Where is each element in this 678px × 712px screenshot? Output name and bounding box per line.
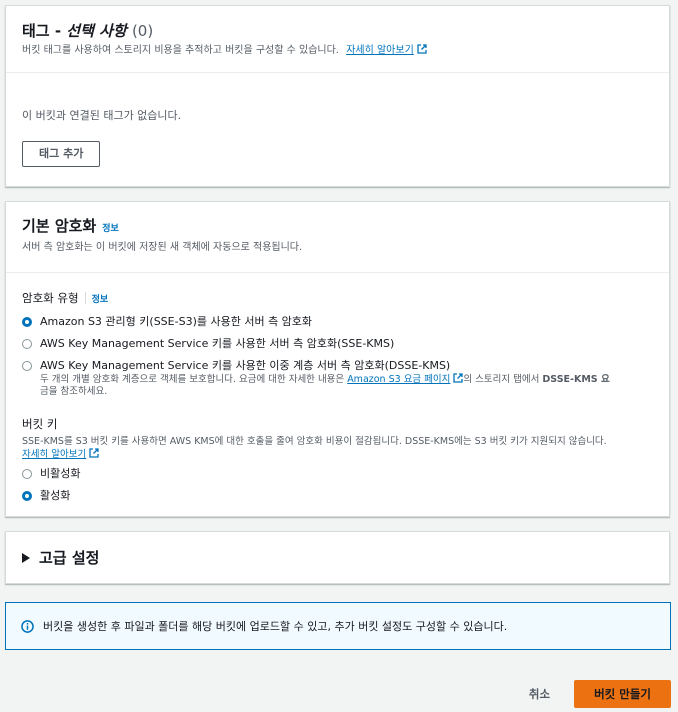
- tags-description-text: 버킷 태그를 사용하여 스토리지 비용을 추적하고 버킷을 구성할 수 있습니다…: [22, 45, 339, 56]
- add-tag-button[interactable]: 태그 추가: [22, 141, 101, 167]
- encryption-type-label-text: 암호화 유형: [22, 291, 79, 305]
- s3-pricing-link[interactable]: Amazon S3 요금 페이지: [347, 374, 450, 385]
- dsse-desc-bold: DSSE-KMS 요: [542, 374, 610, 385]
- bucket-key-option-enable[interactable]: 활성화: [22, 489, 653, 503]
- advanced-settings-panel[interactable]: 고급 설정: [5, 531, 670, 584]
- divider: [84, 292, 86, 304]
- encryption-option-sse-kms[interactable]: AWS Key Management Service 키를 사용한 서버 측 암…: [22, 337, 653, 351]
- encryption-option-label: Amazon S3 관리형 키(SSE-S3)를 사용한 서버 측 암호화: [40, 315, 313, 328]
- bucket-key-option-label: 비활성화: [40, 467, 81, 480]
- bucket-key-label: 버킷 키: [22, 417, 58, 431]
- encryption-title: 기본 암호화 정보: [22, 216, 653, 239]
- tags-header: 태그 - 선택 사항 (0) 버킷 태그를 사용하여 스토리지 비용을 추적하고…: [6, 6, 669, 58]
- bucket-key-description: SSE-KMS를 S3 버킷 키를 사용하면 AWS KMS에 대한 호출을 줄…: [22, 436, 653, 461]
- encryption-info-link[interactable]: 정보: [102, 224, 119, 234]
- encryption-body: 암호화 유형 정보 Amazon S3 관리형 키(SSE-S3)를 사용한 서버…: [6, 273, 669, 503]
- advanced-settings-title[interactable]: 고급 설정: [39, 548, 99, 568]
- encryption-title-text: 기본 암호화: [22, 217, 97, 235]
- tags-learn-more-link[interactable]: 자세히 알아보기: [346, 45, 414, 56]
- advanced-settings-header[interactable]: 고급 설정: [6, 532, 669, 568]
- dsse-option-content: AWS Key Management Service 키를 사용한 이중 계층 …: [40, 359, 610, 398]
- encryption-type-info-link[interactable]: 정보: [92, 295, 109, 305]
- radio-unchecked-icon[interactable]: [22, 469, 32, 479]
- external-link-icon[interactable]: [89, 448, 99, 458]
- dsse-desc-text: 금을 참조하세요.: [40, 386, 108, 397]
- encryption-panel: 기본 암호화 정보 서버 측 암호화는 이 버킷에 저장된 새 객체에 자동으로 …: [5, 201, 670, 517]
- footer-actions: 취소 버킷 만들기: [529, 680, 671, 708]
- tags-title-optional: 선택 사항: [66, 22, 127, 40]
- tags-panel: 태그 - 선택 사항 (0) 버킷 태그를 사용하여 스토리지 비용을 추적하고…: [5, 5, 670, 187]
- encryption-option-sse-s3[interactable]: Amazon S3 관리형 키(SSE-S3)를 사용한 서버 측 암호화: [22, 315, 653, 329]
- encryption-option-dsse-kms[interactable]: AWS Key Management Service 키를 사용한 이중 계층 …: [22, 359, 653, 398]
- tags-empty-message: 이 버킷과 연결된 태그가 없습니다.: [22, 109, 182, 122]
- info-icon: [21, 619, 34, 633]
- cancel-button[interactable]: 취소: [529, 686, 550, 702]
- dsse-description: 두 개의 개별 암호화 계층으로 객체를 보호합니다. 요금에 대한 자세한 내…: [40, 373, 610, 398]
- create-bucket-button[interactable]: 버킷 만들기: [574, 680, 671, 708]
- encryption-option-label: AWS Key Management Service 키를 사용한 이중 계층 …: [40, 359, 451, 372]
- radio-unchecked-icon[interactable]: [22, 339, 32, 349]
- tags-description: 버킷 태그를 사용하여 스토리지 비용을 추적하고 버킷을 구성할 수 있습니다…: [22, 44, 653, 58]
- encryption-description: 서버 측 암호화는 이 버킷에 저장된 새 객체에 자동으로 적용됩니다.: [22, 242, 303, 253]
- dsse-desc-text: 의 스토리지 탭에서: [463, 374, 543, 385]
- radio-unchecked-icon[interactable]: [22, 361, 32, 371]
- radio-checked-icon[interactable]: [22, 491, 32, 501]
- external-link-icon[interactable]: [453, 373, 464, 383]
- info-banner: 버킷을 생성한 후 파일과 폴더를 해당 버킷에 업로드할 수 있고, 추가 버…: [5, 602, 671, 650]
- bucket-key-desc-text: SSE-KMS를 S3 버킷 키를 사용하면 AWS KMS에 대한 호출을 줄…: [22, 436, 607, 447]
- dsse-desc-text: 두 개의 개별 암호화 계층으로 객체를 보호합니다. 요금에 대한 자세한 내…: [40, 374, 348, 385]
- caret-right-icon[interactable]: [22, 553, 30, 563]
- external-link-icon[interactable]: [417, 44, 427, 54]
- info-banner-text: 버킷을 생성한 후 파일과 폴더를 해당 버킷에 업로드할 수 있고, 추가 버…: [43, 620, 508, 633]
- tags-title: 태그 - 선택 사항 (0): [22, 21, 653, 41]
- encryption-header: 기본 암호화 정보 서버 측 암호화는 이 버킷에 저장된 새 객체에 자동으로 …: [6, 202, 669, 255]
- bucket-key-option-label: 활성화: [40, 489, 71, 502]
- bucket-key-option-disable[interactable]: 비활성화: [22, 467, 653, 481]
- encryption-type-label: 암호화 유형 정보: [22, 290, 653, 306]
- tags-title-prefix: 태그 -: [22, 22, 67, 40]
- encryption-option-label: AWS Key Management Service 키를 사용한 서버 측 암…: [40, 337, 395, 350]
- tags-body: 이 버킷과 연결된 태그가 없습니다. 태그 추가: [6, 73, 669, 167]
- tags-count: (0): [131, 22, 154, 40]
- bucket-key-learn-more-link[interactable]: 자세히 알아보기: [22, 449, 86, 460]
- radio-checked-icon[interactable]: [22, 317, 32, 327]
